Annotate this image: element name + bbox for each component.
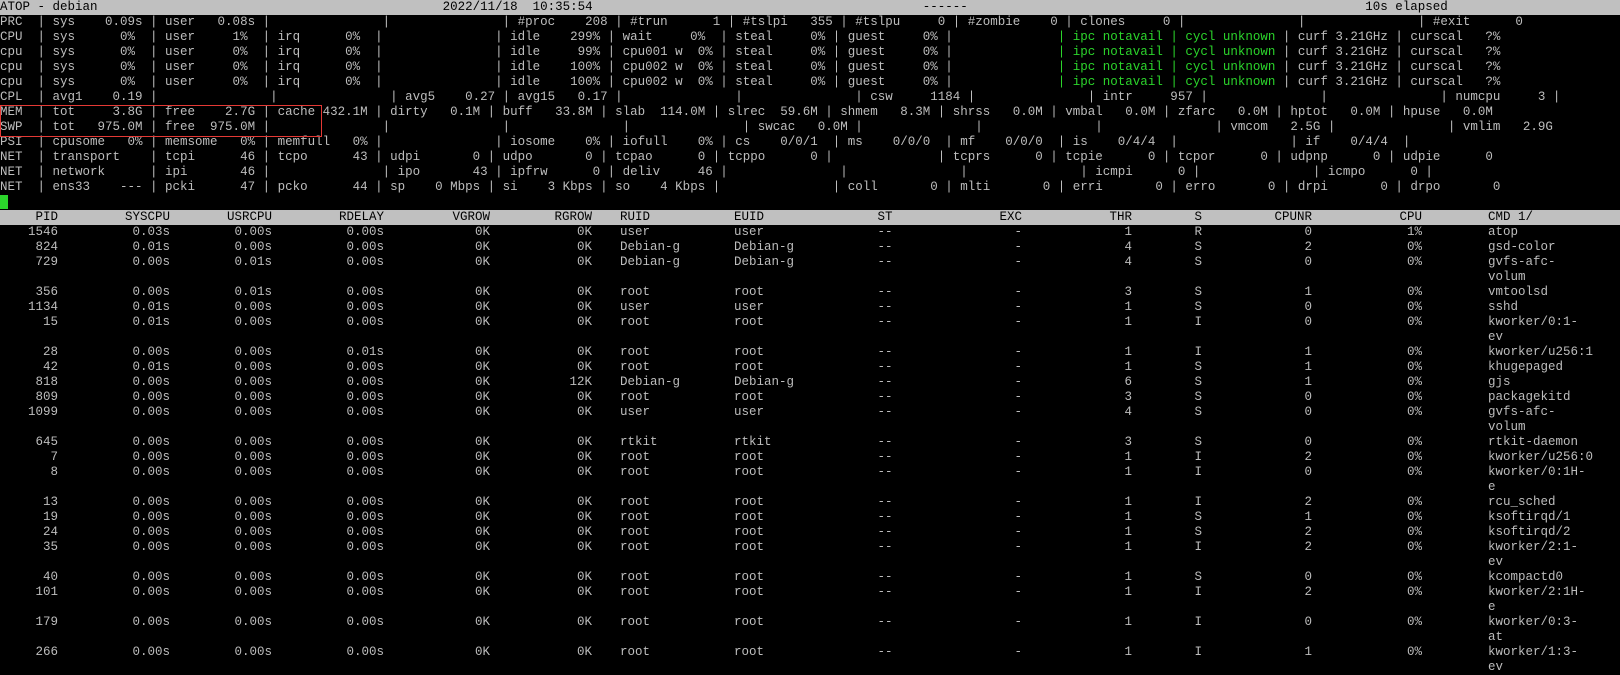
process-row[interactable]: 420.01s0.00s0.00s0K0Krootroot---1S10%khu…	[0, 360, 1620, 375]
process-row[interactable]: 1790.00s0.00s0.00s0K0Krootroot---1I00%kw…	[0, 615, 1620, 645]
process-row[interactable]: 350.00s0.00s0.00s0K0Krootroot---1I20%kwo…	[0, 540, 1620, 570]
process-row[interactable]: 11340.01s0.00s0.00s0K0Kuseruser---1S00%s…	[0, 300, 1620, 315]
system-stats: PRC | sys 0.09s | user 0.08s | | | #proc…	[0, 15, 1620, 195]
col-cpunr: CPUNR	[1208, 210, 1318, 225]
col-usrcpu: USRCPU	[176, 210, 278, 225]
process-list[interactable]: 15460.03s0.00s0.00s0K0Kuseruser---1R01%a…	[0, 225, 1620, 675]
sys-row: cpu | sys 0% | user 0% | irq 0% | | idle…	[0, 60, 1620, 75]
process-row[interactable]: 8180.00s0.00s0.00s0K12KDebian-gDebian-g-…	[0, 375, 1620, 390]
process-row[interactable]: 400.00s0.00s0.00s0K0Krootroot---1S00%kco…	[0, 570, 1620, 585]
col-vgrow: VGROW	[390, 210, 496, 225]
process-row[interactable]: 2660.00s0.00s0.00s0K0Krootroot---1I10%kw…	[0, 645, 1620, 675]
col-syscpu: SYSCPU	[64, 210, 176, 225]
sys-row: PRC | sys 0.09s | user 0.08s | | | #proc…	[0, 15, 1620, 30]
col-s: S	[1138, 210, 1208, 225]
sys-row: SWP | tot 975.0M | free 975.0M | | | | |…	[0, 120, 1620, 135]
col-ruid: RUID	[598, 210, 718, 225]
sys-row: MEM | tot 3.8G | free 2.7G | cache 432.1…	[0, 105, 1620, 120]
col-cpu: CPU	[1318, 210, 1428, 225]
sys-row: CPL | avg1 0.19 | | | avg5 0.27 | avg15 …	[0, 90, 1620, 105]
sys-row: cpu | sys 0% | user 0% | irq 0% | | idle…	[0, 75, 1620, 90]
col-st: ST	[838, 210, 938, 225]
col-thr: THR	[1028, 210, 1138, 225]
atop-header: ATOP - debian 2022/11/18 10:35:54 ------…	[0, 0, 1620, 15]
process-row[interactable]: 150.01s0.00s0.00s0K0Krootroot---1I00%kwo…	[0, 315, 1620, 345]
process-row[interactable]: 8240.01s0.00s0.00s0K0KDebian-gDebian-g--…	[0, 240, 1620, 255]
col-exc: EXC	[938, 210, 1028, 225]
col-euid: EUID	[718, 210, 838, 225]
col-pid: PID	[0, 210, 64, 225]
process-row[interactable]: 8090.00s0.00s0.00s0K0Krootroot---3S00%pa…	[0, 390, 1620, 405]
sys-row: PSI | cpusome 0% | memsome 0% | memfull …	[0, 135, 1620, 150]
process-row[interactable]: 80.00s0.00s0.00s0K0Krootroot---1I00%kwor…	[0, 465, 1620, 495]
process-row[interactable]: 7290.00s0.01s0.00s0K0KDebian-gDebian-g--…	[0, 255, 1620, 285]
process-row[interactable]: 3560.00s0.01s0.00s0K0Krootroot---3S10%vm…	[0, 285, 1620, 300]
process-row[interactable]: 240.00s0.00s0.00s0K0Krootroot---1S20%kso…	[0, 525, 1620, 540]
sys-row: NET | ens33 --- | pcki 47 | pcko 44 | sp…	[0, 180, 1620, 195]
col-cmd 1/: CMD 1/	[1428, 210, 1598, 225]
process-row[interactable]: 10990.00s0.00s0.00s0K0Kuseruser---4S00%g…	[0, 405, 1620, 435]
process-row[interactable]: 190.00s0.00s0.00s0K0Krootroot---1S10%kso…	[0, 510, 1620, 525]
col-rdelay: RDELAY	[278, 210, 390, 225]
process-row[interactable]: 15460.03s0.00s0.00s0K0Kuseruser---1R01%a…	[0, 225, 1620, 240]
col-rgrow: RGROW	[496, 210, 598, 225]
process-row[interactable]: 6450.00s0.00s0.00s0K0Krtkitrtkit---3S00%…	[0, 435, 1620, 450]
cursor-line	[0, 195, 1620, 210]
process-row[interactable]: 130.00s0.00s0.00s0K0Krootroot---1I20%rcu…	[0, 495, 1620, 510]
process-row[interactable]: 1010.00s0.00s0.00s0K0Krootroot---1I20%kw…	[0, 585, 1620, 615]
sys-row: NET | network | ipi 46 | | ipo 43 | ipfr…	[0, 165, 1620, 180]
sys-row: CPU | sys 0% | user 1% | irq 0% | | idle…	[0, 30, 1620, 45]
process-row[interactable]: 280.00s0.00s0.01s0K0Krootroot---1I10%kwo…	[0, 345, 1620, 360]
process-row[interactable]: 70.00s0.00s0.00s0K0Krootroot---1I20%kwor…	[0, 450, 1620, 465]
sys-row: cpu | sys 0% | user 0% | irq 0% | | idle…	[0, 45, 1620, 60]
process-header: PIDSYSCPUUSRCPURDELAYVGROWRGROWRUIDEUIDS…	[0, 210, 1620, 225]
sys-row: NET | transport | tcpi 46 | tcpo 43 | ud…	[0, 150, 1620, 165]
